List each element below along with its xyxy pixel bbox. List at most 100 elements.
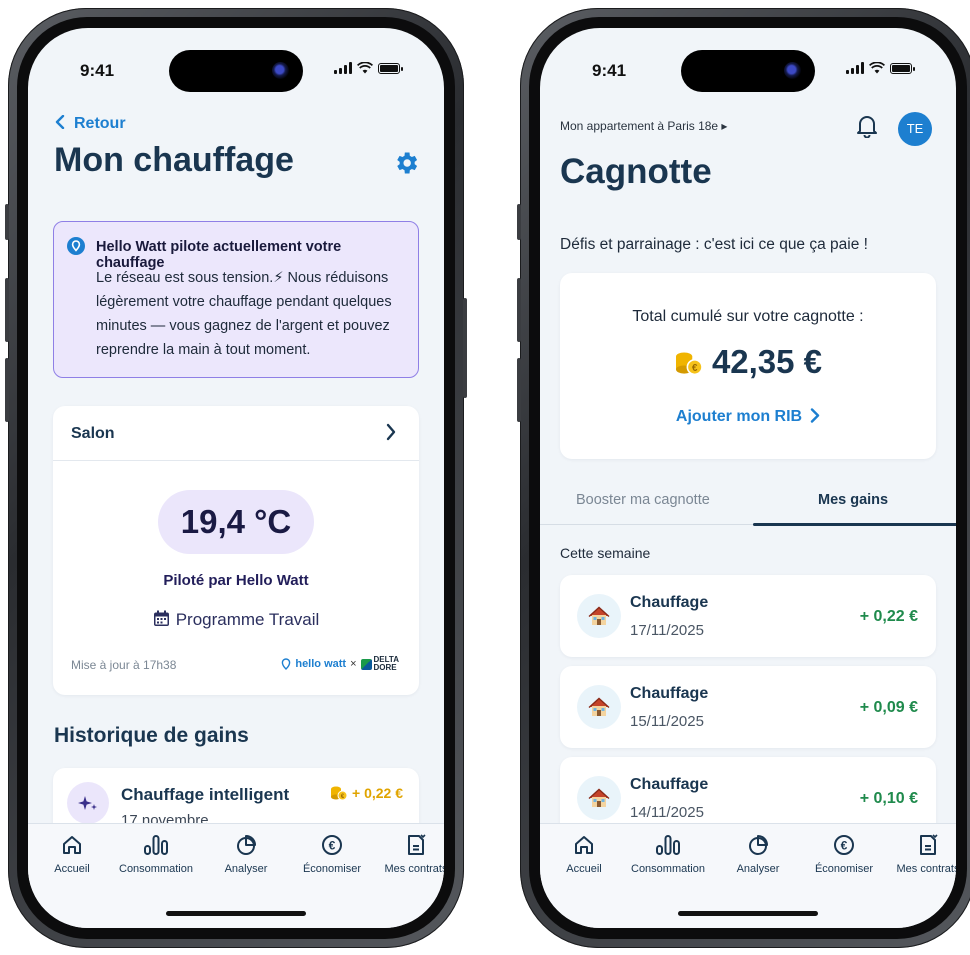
avatar[interactable]: TE: [898, 112, 932, 146]
house-icon: [577, 594, 621, 638]
tab-accueil[interactable]: Accueil: [542, 834, 626, 875]
tab-label: Accueil: [566, 863, 602, 875]
gain-row[interactable]: Chauffage 15/11/2025 + 0,09 €: [560, 666, 936, 748]
tab-accueil[interactable]: Accueil: [30, 834, 114, 875]
tab-analyser[interactable]: Analyser: [204, 834, 288, 875]
brand-separator: ×: [350, 658, 357, 670]
tab-label: Consommation: [119, 863, 193, 875]
status-icons: [846, 62, 915, 74]
back-button[interactable]: Retour: [54, 114, 126, 133]
tab-label: Mes contrats: [384, 863, 444, 875]
dynamic-island: [169, 50, 303, 92]
history-item-title: Chauffage intelligent: [121, 785, 290, 804]
house-icon: [577, 776, 621, 820]
total-card: Total cumulé sur votre cagnotte : €42,35…: [560, 273, 936, 459]
gear-icon[interactable]: [392, 149, 420, 177]
temperature-value: 19,4 °C: [158, 490, 314, 554]
volume-up-button: [5, 278, 9, 342]
total-label: Total cumulé sur votre cagnotte :: [632, 308, 864, 325]
wifi-icon: [869, 62, 885, 74]
program-row[interactable]: Programme Travail: [53, 610, 419, 630]
screen-chauffage: 9:41 Retour Mon chauffage Hello Watt pil…: [28, 28, 444, 928]
chevron-right-icon: [386, 423, 396, 441]
svg-text:€: €: [841, 839, 848, 853]
power-button: [463, 298, 467, 398]
pilot-alert: Hello Watt pilote actuellement votre cha…: [53, 221, 419, 378]
segmented-tabs: Booster ma cagnotte Mes gains: [540, 478, 956, 526]
tab-mes-contrats[interactable]: Mes contrats: [374, 834, 444, 875]
coins-icon: €: [331, 786, 348, 801]
gain-row-date: 15/11/2025: [630, 713, 704, 730]
euro-icon: €: [322, 835, 342, 855]
svg-text:€: €: [692, 363, 698, 374]
analyze-icon: [237, 835, 256, 855]
phone-frame-right: 9:41 Mon appartement à Paris 18e ▸ TE Ca…: [517, 8, 970, 948]
battery-icon: [378, 62, 403, 74]
tab-label: Analyser: [224, 863, 268, 875]
tab-label: Accueil: [54, 863, 90, 875]
home-indicator: [166, 911, 306, 916]
tab-bar: Accueil Consommation Analyser € Économis…: [28, 823, 444, 928]
tab-consommation[interactable]: Consommation: [626, 834, 710, 875]
tab-economiser[interactable]: € Économiser: [802, 834, 886, 875]
alert-body: Le réseau est sous tension.⚡ Nous réduis…: [96, 270, 392, 358]
room-header[interactable]: Salon: [53, 406, 419, 461]
pin-icon: [67, 237, 85, 255]
consumption-icon: [656, 835, 680, 855]
history-title: Historique de gains: [54, 724, 249, 747]
status-icons: [334, 62, 403, 74]
signal-icon: [846, 62, 864, 74]
coins-icon: €: [675, 352, 703, 376]
tab-booster[interactable]: Booster ma cagnotte: [576, 492, 710, 508]
brand-logos: hello watt × DELTA DORE: [281, 656, 399, 672]
camera-icon: [272, 62, 289, 79]
bell-icon[interactable]: [856, 114, 878, 138]
tab-analyser[interactable]: Analyser: [716, 834, 800, 875]
delta-dore-line2: DORE: [373, 663, 397, 672]
home-indicator: [678, 911, 818, 916]
wifi-icon: [357, 62, 373, 74]
history-item-amount: € + 0,22 €: [330, 785, 403, 801]
gain-row-amount: + 0,10 €: [859, 790, 918, 807]
house-icon: [577, 685, 621, 729]
svg-text:€: €: [329, 839, 336, 853]
screen-cagnotte: 9:41 Mon appartement à Paris 18e ▸ TE Ca…: [540, 28, 956, 928]
add-rib-button[interactable]: Ajouter mon RIB: [560, 408, 936, 426]
status-time: 9:41: [592, 61, 627, 80]
tab-label: Économiser: [814, 863, 874, 875]
analyze-icon: [749, 835, 768, 855]
total-amount: €42,35 €: [560, 343, 936, 381]
tab-consommation[interactable]: Consommation: [114, 834, 198, 875]
delta-dore-logo: DELTA DORE: [360, 656, 399, 672]
active-tab-indicator: [753, 523, 956, 526]
tab-label: Consommation: [631, 863, 705, 875]
dynamic-island: [681, 50, 815, 92]
gain-row-title: Chauffage: [630, 685, 709, 702]
room-name: Salon: [71, 425, 115, 442]
page-subtitle: Défis et parrainage : c'est ici ce que ç…: [560, 236, 868, 253]
action-button: [5, 204, 9, 240]
gain-row-amount: + 0,22 €: [859, 608, 918, 625]
chevron-right-icon: [810, 408, 820, 423]
tab-mes-gains[interactable]: Mes gains: [818, 492, 888, 508]
gain-row-title: Chauffage: [630, 594, 709, 611]
page-title: Mon chauffage: [54, 141, 294, 179]
add-rib-label: Ajouter mon RIB: [675, 408, 803, 425]
tab-economiser[interactable]: € Économiser: [290, 834, 374, 875]
history-item-amount-text: + 0,22 €: [352, 785, 403, 801]
tab-bar: Accueil Consommation Analyser € Économis…: [540, 823, 956, 928]
volume-down-button: [517, 358, 521, 422]
home-icon: [575, 836, 593, 854]
total-amount-text: 42,35 €: [711, 343, 823, 380]
room-card[interactable]: Salon 19,4 °C Piloté par Hello Watt Prog…: [53, 406, 419, 695]
back-label: Retour: [74, 115, 126, 132]
gain-row[interactable]: Chauffage 17/11/2025 + 0,22 €: [560, 575, 936, 657]
contracts-icon: [920, 834, 938, 855]
location-selector[interactable]: Mon appartement à Paris 18e ▸: [560, 119, 727, 133]
volume-up-button: [517, 278, 521, 342]
status-time: 9:41: [80, 61, 115, 80]
tab-label: Économiser: [302, 863, 362, 875]
gain-row-date: 17/11/2025: [630, 622, 704, 639]
tab-mes-contrats[interactable]: Mes contrats: [886, 834, 956, 875]
phone-frame-left: 9:41 Retour Mon chauffage Hello Watt pil…: [5, 8, 467, 948]
